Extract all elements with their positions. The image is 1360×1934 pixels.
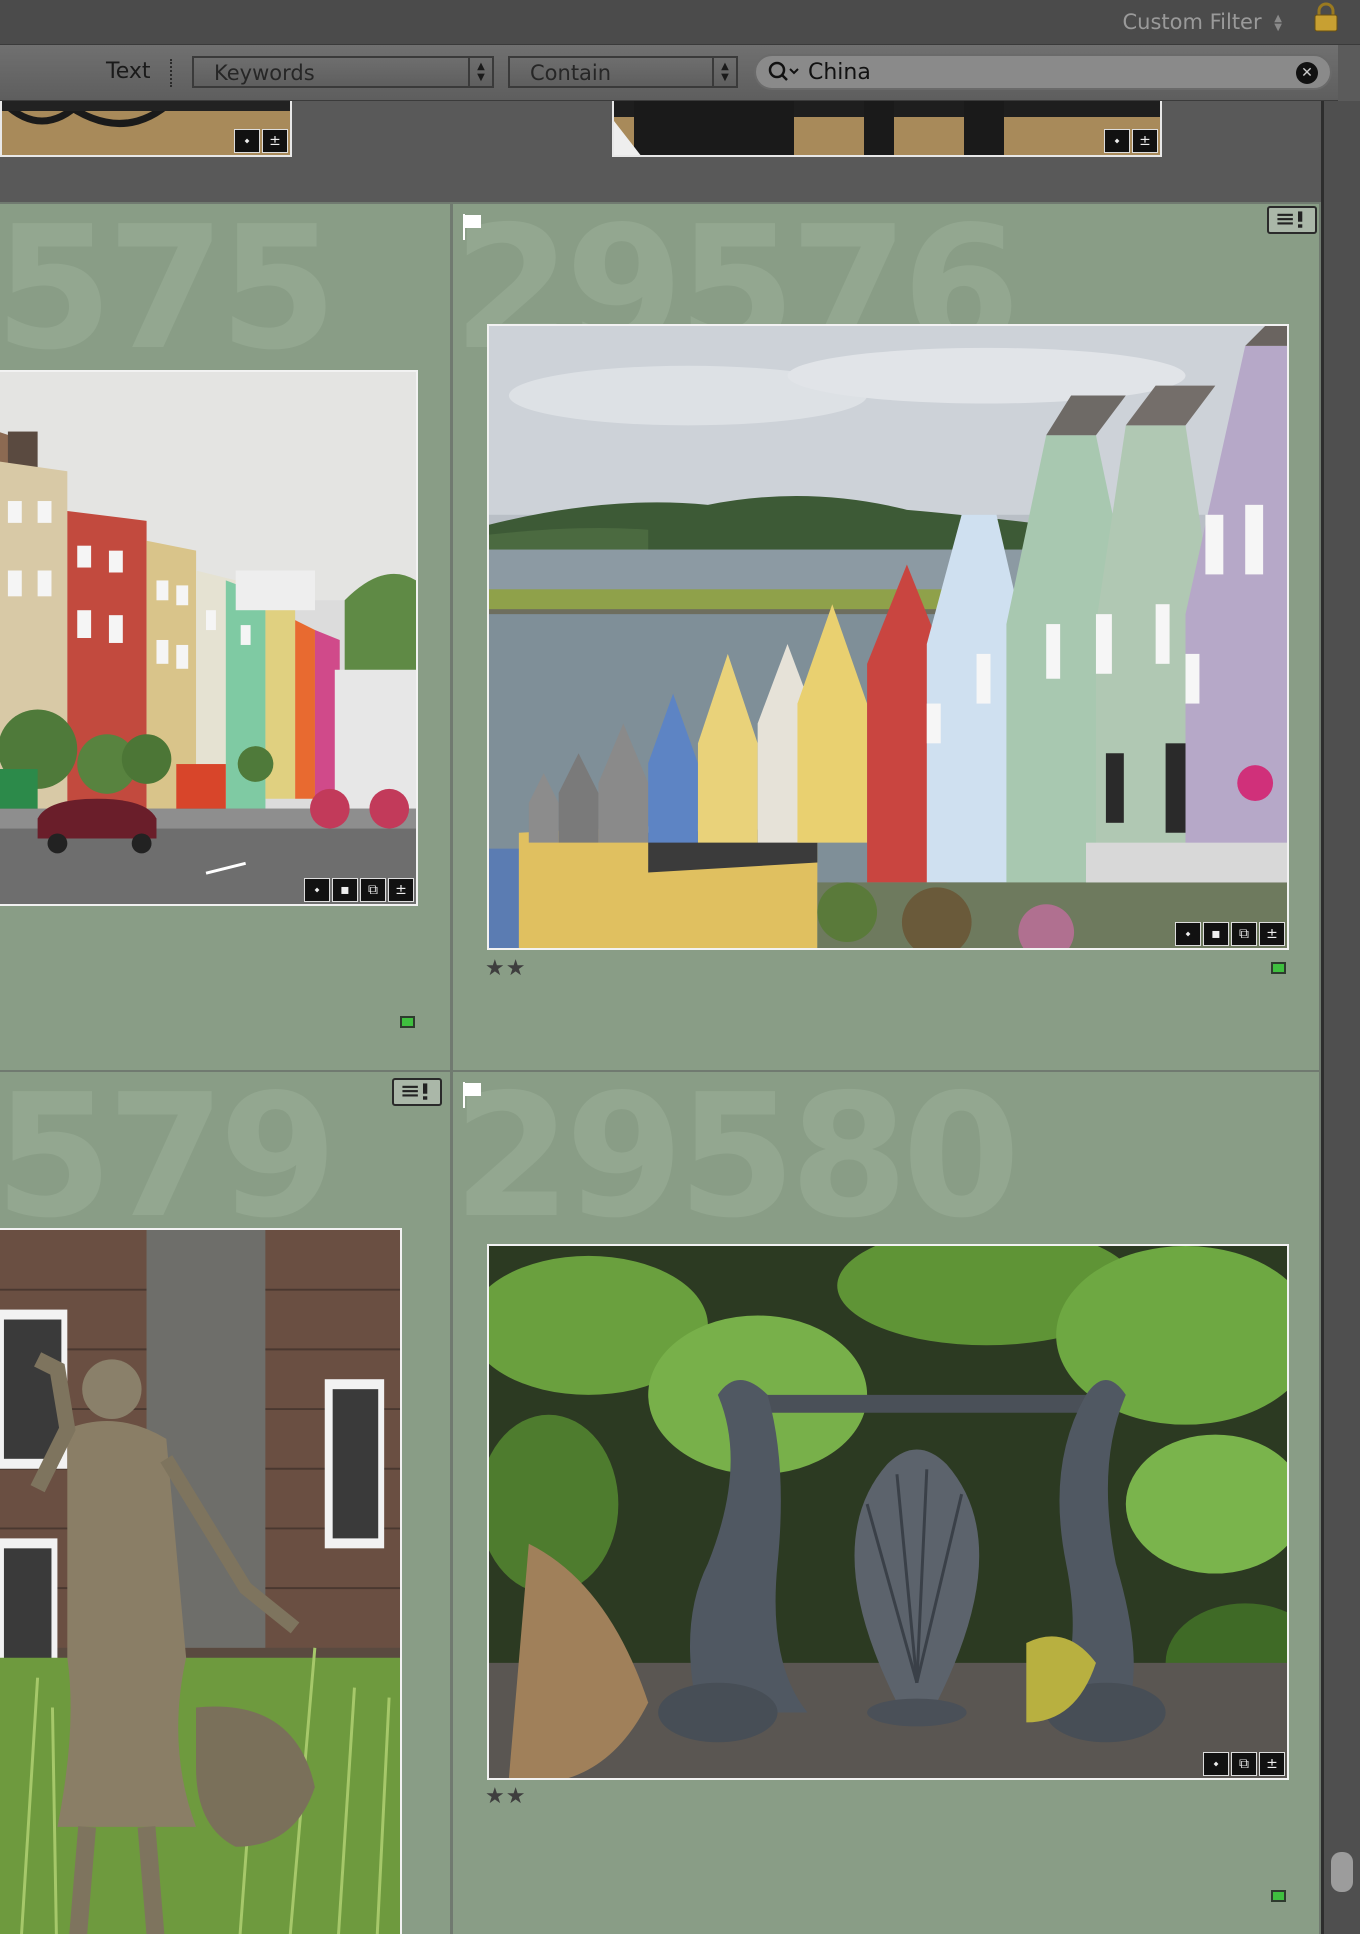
comment-icon[interactable]: ▪ bbox=[332, 878, 358, 902]
keyword-icon[interactable]: ⬩ bbox=[1175, 922, 1201, 946]
grid-cell[interactable]: 29580 ⬩ ⧉ ± ★★ bbox=[451, 1070, 1321, 1934]
photo-image bbox=[0, 1230, 400, 1934]
dropdown-arrows-icon: ▲ ▼ bbox=[468, 58, 492, 86]
thumbnail-grid: ⬩ ± ⬩ ± 29575 bbox=[0, 101, 1321, 1934]
thumbnail-badges: ⬩ ⧉ ± bbox=[1203, 1752, 1285, 1776]
color-label-green[interactable] bbox=[400, 1016, 415, 1028]
color-label-green[interactable] bbox=[1271, 1890, 1286, 1902]
develop-icon[interactable]: ± bbox=[262, 129, 288, 153]
search-rule-dropdown[interactable]: Contain ▲ ▼ bbox=[508, 56, 738, 88]
crop-icon[interactable]: ⧉ bbox=[360, 878, 386, 902]
metadata-badge-icon[interactable] bbox=[392, 1078, 442, 1106]
search-value: China bbox=[808, 60, 871, 85]
thumbnail-image[interactable]: ⬩ ▪ ⧉ ± bbox=[0, 1228, 402, 1934]
color-label-green[interactable] bbox=[1271, 962, 1286, 974]
thumbnail-partial[interactable]: ⬩ ± bbox=[612, 101, 1162, 157]
custom-filter-preset[interactable]: Custom Filter ▲ ▼ bbox=[1122, 10, 1282, 34]
thumbnail-badges: ⬩ ± bbox=[1104, 129, 1158, 153]
photo-image bbox=[489, 326, 1287, 948]
search-input[interactable]: China ✕ bbox=[754, 54, 1332, 90]
star-rating[interactable]: ★★ bbox=[485, 1784, 526, 1809]
photo-image bbox=[489, 1246, 1287, 1778]
flag-icon[interactable] bbox=[461, 1080, 483, 1110]
star-rating[interactable]: ★★ bbox=[485, 956, 526, 981]
crop-icon[interactable]: ⧉ bbox=[1231, 1752, 1257, 1776]
search-target-value: Keywords bbox=[214, 61, 315, 85]
flag-icon[interactable] bbox=[461, 212, 483, 242]
divider bbox=[170, 59, 174, 87]
thumbnail-image[interactable]: ⬩ ⧉ ± bbox=[487, 1244, 1289, 1780]
text-filter-bar: Text Keywords ▲ ▼ Contain ▲ ▼ China ✕ bbox=[0, 45, 1338, 101]
scrollbar-thumb[interactable] bbox=[1331, 1852, 1353, 1892]
thumbnail-badges: ⬩ ▪ ⧉ ± bbox=[1175, 922, 1285, 946]
cell-index-number: 29580 bbox=[453, 1070, 1020, 1256]
search-rule-value: Contain bbox=[530, 61, 612, 85]
custom-filter-label: Custom Filter bbox=[1122, 10, 1262, 34]
grid-cell[interactable]: 29575 bbox=[0, 202, 452, 1072]
thumbnail-badges: ⬩ ± bbox=[234, 129, 288, 153]
crop-icon[interactable]: ⧉ bbox=[1231, 922, 1257, 946]
grid-cell[interactable]: 29579 bbox=[0, 1070, 452, 1934]
updown-arrows-icon: ▲ ▼ bbox=[1274, 13, 1282, 33]
keyword-icon[interactable]: ⬩ bbox=[304, 878, 330, 902]
photo-image bbox=[614, 101, 1160, 155]
thumbnail-image[interactable]: ⬩ ▪ ⧉ ± bbox=[0, 370, 418, 906]
scrollbar-track[interactable] bbox=[1321, 101, 1360, 1934]
lock-icon[interactable] bbox=[1312, 2, 1340, 32]
thumbnail-image[interactable]: ⬩ ▪ ⧉ ± bbox=[487, 324, 1289, 950]
search-target-dropdown[interactable]: Keywords ▲ ▼ bbox=[192, 56, 494, 88]
photo-image bbox=[0, 372, 416, 904]
library-filter-header: Custom Filter ▲ ▼ bbox=[0, 0, 1360, 45]
keyword-icon[interactable]: ⬩ bbox=[1104, 129, 1130, 153]
metadata-badge-icon[interactable] bbox=[1267, 206, 1317, 234]
grid-cell[interactable]: 29576 ⬩ ▪ ⧉ ± ★★ bbox=[451, 202, 1321, 1072]
search-icon[interactable] bbox=[766, 60, 800, 84]
develop-icon[interactable]: ± bbox=[1132, 129, 1158, 153]
cell-index-number: 29575 bbox=[0, 202, 337, 388]
clear-search-icon[interactable]: ✕ bbox=[1296, 62, 1318, 84]
develop-icon[interactable]: ± bbox=[1259, 1752, 1285, 1776]
develop-icon[interactable]: ± bbox=[1259, 922, 1285, 946]
cell-index-number: 29579 bbox=[0, 1070, 337, 1256]
comment-icon[interactable]: ▪ bbox=[1203, 922, 1229, 946]
thumbnail-badges: ⬩ ▪ ⧉ ± bbox=[304, 878, 414, 902]
dropdown-arrows-icon: ▲ ▼ bbox=[712, 58, 736, 86]
thumbnail-partial[interactable]: ⬩ ± bbox=[0, 101, 292, 157]
keyword-icon[interactable]: ⬩ bbox=[1203, 1752, 1229, 1776]
text-filter-label: Text bbox=[106, 59, 151, 84]
develop-icon[interactable]: ± bbox=[388, 878, 414, 902]
keyword-icon[interactable]: ⬩ bbox=[234, 129, 260, 153]
